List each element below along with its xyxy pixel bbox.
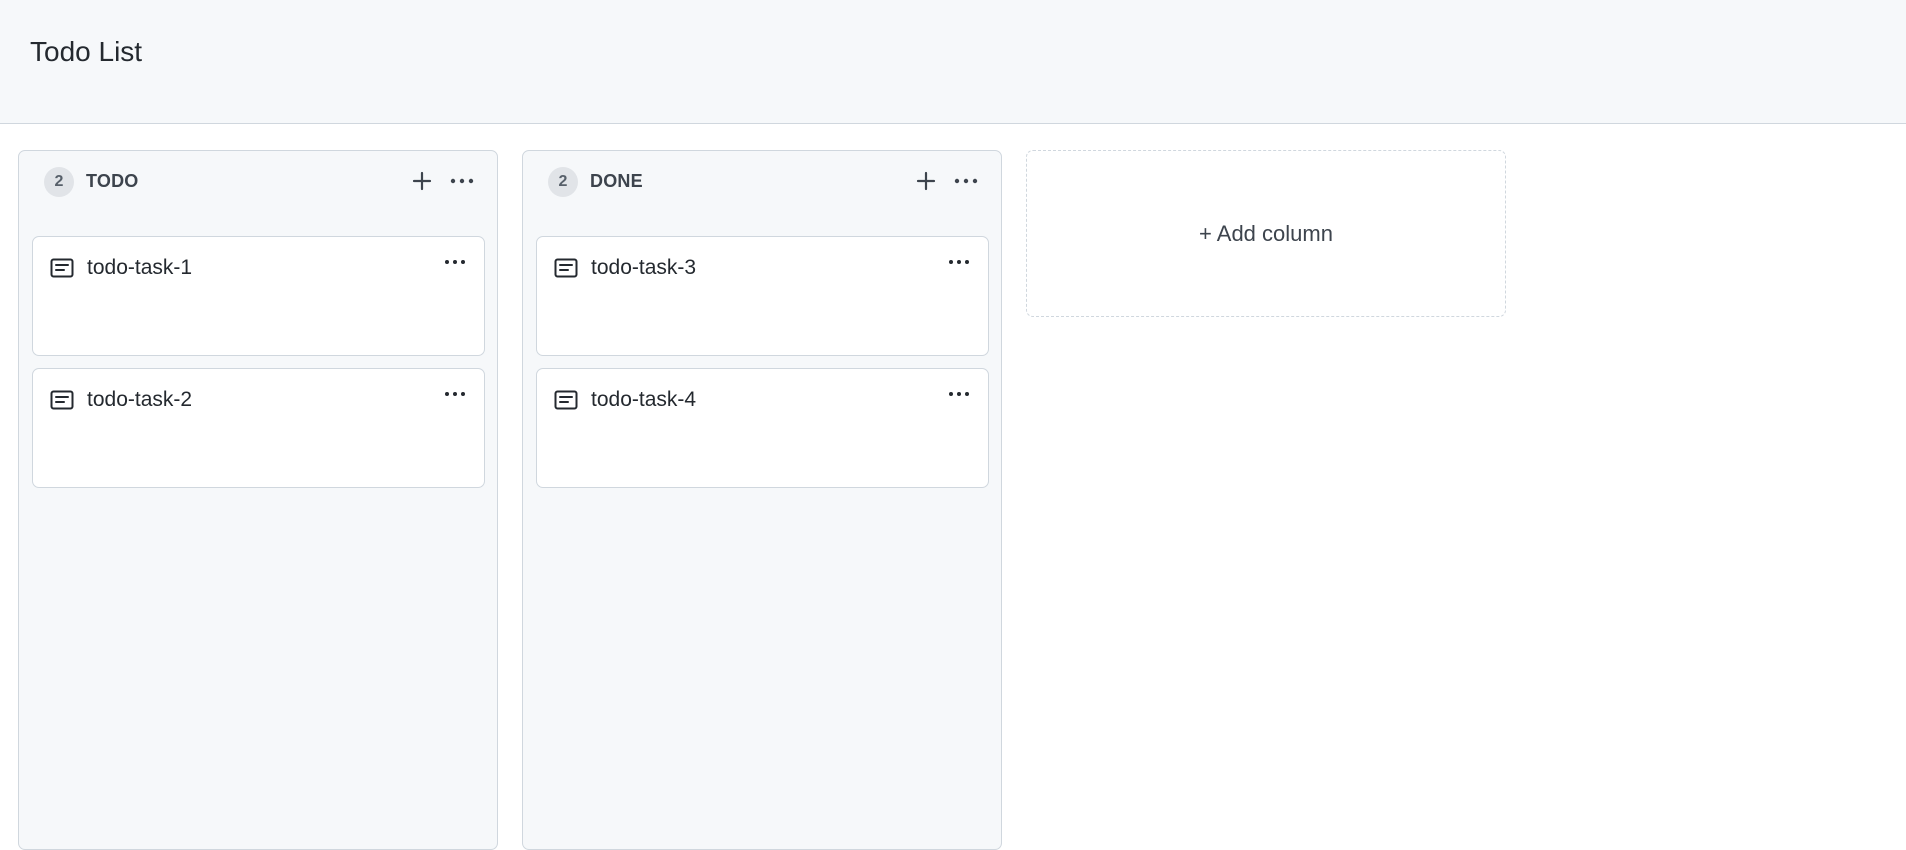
app-header: Todo List: [0, 0, 1906, 124]
note-icon: [554, 257, 578, 279]
column-count-badge: 2: [44, 167, 74, 197]
task-title[interactable]: todo-task-3: [591, 256, 696, 280]
kebab-horizontal-icon: [949, 392, 969, 396]
kebab-horizontal-icon: [445, 260, 465, 264]
column-title: DONE: [590, 171, 643, 191]
task-title[interactable]: todo-task-2: [87, 388, 192, 412]
kebab-horizontal-icon: [954, 178, 978, 184]
add-item-button[interactable]: [911, 165, 941, 197]
card-menu-button[interactable]: [944, 249, 974, 275]
add-item-button[interactable]: [407, 165, 437, 197]
note-icon: [50, 257, 74, 279]
card-menu-button[interactable]: [440, 249, 470, 275]
task-title[interactable]: todo-task-1: [87, 256, 192, 280]
column-done: 2 DONE todo-task-3 todo-task-4: [522, 150, 1002, 850]
column-menu-button[interactable]: [951, 165, 981, 197]
column-title: TODO: [86, 171, 139, 191]
column-count-badge: 2: [548, 167, 578, 197]
column-menu-button[interactable]: [447, 165, 477, 197]
note-icon: [50, 389, 74, 411]
task-card[interactable]: todo-task-1: [32, 236, 485, 356]
column-header: 2 TODO: [19, 151, 497, 211]
card-menu-button[interactable]: [944, 381, 974, 407]
plus-icon: [916, 171, 936, 191]
task-card[interactable]: todo-task-4: [536, 368, 989, 488]
add-column-label: + Add column: [1199, 220, 1333, 246]
kebab-horizontal-icon: [445, 392, 465, 396]
task-card[interactable]: todo-task-2: [32, 368, 485, 488]
card-menu-button[interactable]: [440, 381, 470, 407]
add-column-button[interactable]: + Add column: [1026, 150, 1506, 317]
kebab-horizontal-icon: [450, 178, 474, 184]
task-card[interactable]: todo-task-3: [536, 236, 989, 356]
plus-icon: [412, 171, 432, 191]
note-icon: [554, 389, 578, 411]
page-title: Todo List: [30, 36, 143, 67]
kebab-horizontal-icon: [949, 260, 969, 264]
column-header: 2 DONE: [523, 151, 1001, 211]
column-todo: 2 TODO todo-task-1 todo-task-2: [18, 150, 498, 850]
task-title[interactable]: todo-task-4: [591, 388, 696, 412]
